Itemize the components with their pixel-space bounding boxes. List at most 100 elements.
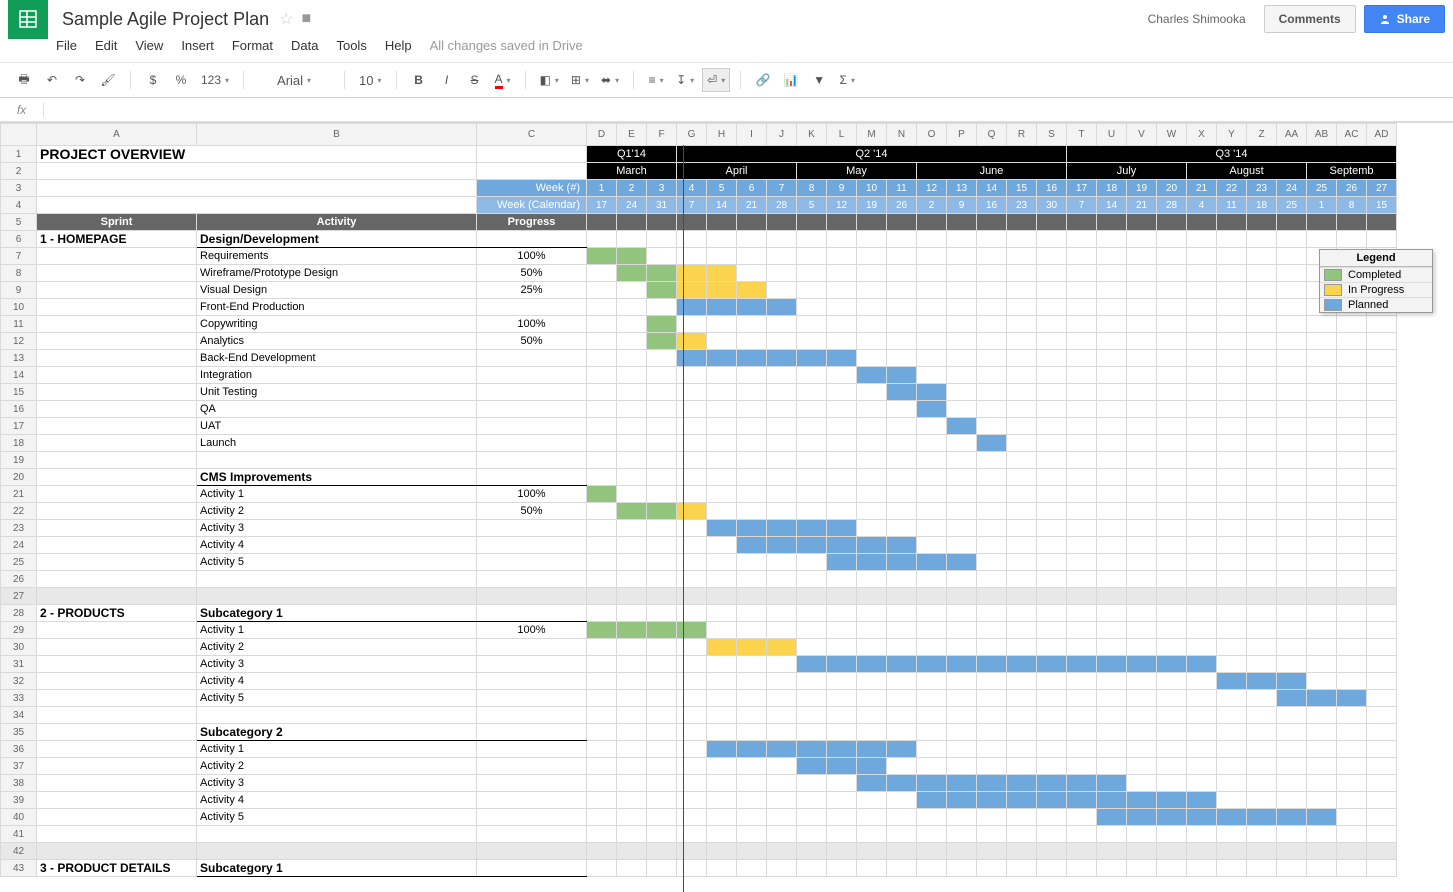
- row-header[interactable]: 20: [1, 469, 37, 486]
- col-header[interactable]: J: [767, 124, 797, 146]
- wrap-button[interactable]: ⏎: [702, 68, 730, 92]
- italic-button[interactable]: I: [435, 68, 459, 92]
- col-header[interactable]: AA: [1277, 124, 1307, 146]
- row-header[interactable]: 28: [1, 605, 37, 622]
- progress-cell[interactable]: 50%: [477, 333, 587, 350]
- activity-cell[interactable]: Activity 5: [197, 554, 477, 571]
- activity-cell[interactable]: Activity 1: [197, 741, 477, 758]
- borders-button[interactable]: ⊞: [567, 68, 593, 92]
- percent-button[interactable]: %: [169, 68, 193, 92]
- row-header[interactable]: 38: [1, 775, 37, 792]
- sprint-cell[interactable]: 3 - PRODUCT DETAILS: [37, 860, 197, 877]
- activity-cell[interactable]: Activity 2: [197, 758, 477, 775]
- row-header[interactable]: 17: [1, 418, 37, 435]
- row-header[interactable]: 42: [1, 843, 37, 860]
- activity-cell[interactable]: Launch: [197, 435, 477, 452]
- col-header[interactable]: F: [647, 124, 677, 146]
- activity-cell[interactable]: Front-End Production: [197, 299, 477, 316]
- row-header[interactable]: 6: [1, 231, 37, 248]
- sheets-logo[interactable]: [8, 0, 48, 39]
- col-header[interactable]: Q: [977, 124, 1007, 146]
- progress-cell[interactable]: [477, 299, 587, 316]
- row-header[interactable]: 40: [1, 809, 37, 826]
- menu-file[interactable]: File: [56, 38, 77, 53]
- row-header[interactable]: 21: [1, 486, 37, 503]
- progress-cell[interactable]: [477, 418, 587, 435]
- row-header[interactable]: 35: [1, 724, 37, 741]
- section-cell[interactable]: CMS Improvements: [197, 469, 477, 486]
- progress-cell[interactable]: [477, 758, 587, 775]
- activity-cell[interactable]: Activity 4: [197, 673, 477, 690]
- progress-cell[interactable]: [477, 809, 587, 826]
- progress-cell[interactable]: [477, 537, 587, 554]
- chart-icon[interactable]: 📊: [779, 68, 803, 92]
- col-header[interactable]: B: [197, 124, 477, 146]
- activity-cell[interactable]: Activity 1: [197, 486, 477, 503]
- activity-cell[interactable]: Activity 4: [197, 537, 477, 554]
- menu-insert[interactable]: Insert: [181, 38, 214, 53]
- progress-cell[interactable]: 100%: [477, 316, 587, 333]
- row-header[interactable]: 43: [1, 860, 37, 877]
- activity-cell[interactable]: Activity 2: [197, 503, 477, 520]
- col-header[interactable]: AC: [1337, 124, 1367, 146]
- col-header[interactable]: AB: [1307, 124, 1337, 146]
- font-size-select[interactable]: 10: [355, 68, 385, 92]
- row-header[interactable]: 31: [1, 656, 37, 673]
- row-header[interactable]: 22: [1, 503, 37, 520]
- valign-button[interactable]: ↧: [672, 68, 698, 92]
- row-header[interactable]: 19: [1, 452, 37, 469]
- row-header[interactable]: 11: [1, 316, 37, 333]
- col-header[interactable]: U: [1097, 124, 1127, 146]
- row-header[interactable]: 29: [1, 622, 37, 639]
- activity-cell[interactable]: Activity 3: [197, 656, 477, 673]
- menu-view[interactable]: View: [135, 38, 163, 53]
- row-header[interactable]: 15: [1, 384, 37, 401]
- progress-cell[interactable]: [477, 435, 587, 452]
- share-button[interactable]: Share: [1364, 5, 1445, 33]
- activity-cell[interactable]: QA: [197, 401, 477, 418]
- paint-format-icon[interactable]: 🖌: [96, 68, 120, 92]
- activity-cell[interactable]: Activity 3: [197, 520, 477, 537]
- menu-data[interactable]: Data: [291, 38, 318, 53]
- formula-input[interactable]: [44, 103, 1453, 117]
- col-header[interactable]: N: [887, 124, 917, 146]
- row-header[interactable]: 12: [1, 333, 37, 350]
- progress-cell[interactable]: [477, 639, 587, 656]
- progress-cell[interactable]: 50%: [477, 265, 587, 282]
- menu-format[interactable]: Format: [232, 38, 273, 53]
- col-header[interactable]: S: [1037, 124, 1067, 146]
- progress-cell[interactable]: [477, 401, 587, 418]
- row-header[interactable]: 24: [1, 537, 37, 554]
- progress-cell[interactable]: 100%: [477, 622, 587, 639]
- col-header[interactable]: AD: [1367, 124, 1397, 146]
- row-header[interactable]: 7: [1, 248, 37, 265]
- row-header[interactable]: 25: [1, 554, 37, 571]
- row-header[interactable]: 13: [1, 350, 37, 367]
- progress-cell[interactable]: 50%: [477, 503, 587, 520]
- col-header[interactable]: L: [827, 124, 857, 146]
- row-header[interactable]: 10: [1, 299, 37, 316]
- filter-icon[interactable]: ▼: [807, 68, 831, 92]
- col-header[interactable]: P: [947, 124, 977, 146]
- progress-cell[interactable]: 100%: [477, 248, 587, 265]
- progress-cell[interactable]: 100%: [477, 486, 587, 503]
- user-name[interactable]: Charles Shimooka: [1148, 12, 1246, 26]
- col-header[interactable]: O: [917, 124, 947, 146]
- activity-cell[interactable]: Unit Testing: [197, 384, 477, 401]
- progress-cell[interactable]: [477, 367, 587, 384]
- spreadsheet-grid[interactable]: ABCDEFGHIJKLMNOPQRSTUVWXYZAAABACAD1PROJE…: [0, 123, 1453, 892]
- row-header[interactable]: 32: [1, 673, 37, 690]
- col-header[interactable]: E: [617, 124, 647, 146]
- row-header[interactable]: 39: [1, 792, 37, 809]
- col-header[interactable]: T: [1067, 124, 1097, 146]
- progress-cell[interactable]: [477, 673, 587, 690]
- menu-tools[interactable]: Tools: [336, 38, 366, 53]
- progress-cell[interactable]: [477, 690, 587, 707]
- col-header[interactable]: Z: [1247, 124, 1277, 146]
- row-header[interactable]: 33: [1, 690, 37, 707]
- activity-cell[interactable]: Activity 5: [197, 690, 477, 707]
- font-select[interactable]: Arial: [254, 68, 334, 92]
- progress-cell[interactable]: [477, 520, 587, 537]
- sprint-cell[interactable]: 1 - HOMEPAGE: [37, 231, 197, 248]
- row-header[interactable]: 26: [1, 571, 37, 588]
